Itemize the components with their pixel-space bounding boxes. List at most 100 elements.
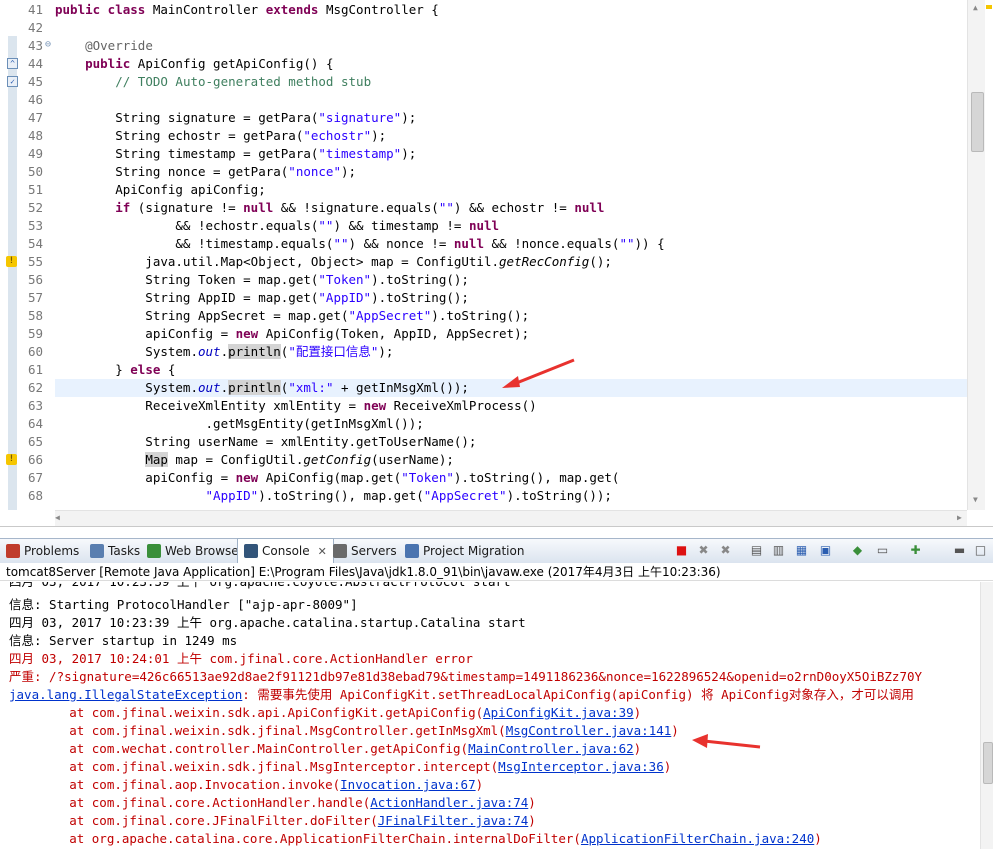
code-line[interactable]: String AppID = map.get("AppID").toString…	[55, 289, 967, 307]
code-line[interactable]: String signature = getPara("signature");	[55, 109, 967, 127]
display-console-icon[interactable]: ▭	[875, 543, 890, 558]
stack-trace-link[interactable]: Invocation.java:67	[340, 777, 475, 792]
tab-label: Problems	[24, 544, 80, 558]
console-line[interactable]: at com.jfinal.aop.Invocation.invoke(Invo…	[9, 776, 483, 794]
warning-overview-mark[interactable]	[986, 5, 992, 9]
code-line[interactable]	[55, 91, 967, 109]
stack-trace-link[interactable]: MsgController.java:141	[506, 723, 672, 738]
scroll-left-icon[interactable]: ◀	[55, 513, 60, 522]
stack-trace-link[interactable]: MainController.java:62	[468, 741, 634, 756]
code-line[interactable]: // TODO Auto-generated method stub	[55, 73, 967, 91]
code-line[interactable]: } else {	[55, 361, 967, 379]
servers-icon	[333, 544, 347, 558]
code-line[interactable]: && !timestamp.equals("") && nonce != nul…	[55, 235, 967, 253]
scrollbar-thumb[interactable]	[983, 742, 993, 784]
console-line[interactable]: 四月 03, 2017 10:23:39 上午 org.apache.coyot…	[9, 582, 511, 591]
code-line[interactable]: System.out.println("xml:" + getInMsgXml(…	[55, 379, 967, 397]
open-console-icon[interactable]: ✚	[908, 543, 923, 558]
code-line[interactable]: String timestamp = getPara("timestamp");	[55, 145, 967, 163]
maximize-view-icon[interactable]: □	[973, 543, 988, 558]
code-line[interactable]: apiConfig = new ApiConfig(map.get("Token…	[55, 469, 967, 487]
tab-project-migration[interactable]: Project Migration	[405, 539, 524, 563]
code-token: "Token"	[401, 470, 454, 485]
console-line[interactable]: at com.jfinal.core.JFinalFilter.doFilter…	[9, 812, 536, 830]
console-line[interactable]: at com.jfinal.weixin.sdk.jfinal.MsgInter…	[9, 758, 671, 776]
code-line[interactable]: System.out.println("配置接口信息");	[55, 343, 967, 361]
overview-ruler[interactable]	[985, 0, 993, 510]
code-line[interactable]: @Override	[55, 37, 967, 55]
code-line[interactable]: java.util.Map<Object, Object> map = Conf…	[55, 253, 967, 271]
code-editor[interactable]: 41 42 43 ⊖ 44 ^ 45 ✓ 46 47 48 49 50 51 52 53 54 55! 56 57 58…	[0, 0, 993, 527]
console-output[interactable]: 四月 03, 2017 10:23:39 上午 org.apache.coyot…	[0, 582, 980, 849]
clear-console-icon[interactable]: ▤	[749, 543, 764, 558]
code-area[interactable]: public class MainController extends MsgC…	[55, 0, 967, 510]
tab-console[interactable]: Console ✕	[237, 538, 334, 564]
tab-tasks[interactable]: Tasks	[90, 539, 140, 563]
terminate-icon[interactable]: ■	[674, 543, 689, 558]
scroll-down-icon[interactable]: ▼	[973, 495, 978, 504]
stack-trace-link[interactable]: ApplicationFilterChain.java:240	[581, 831, 814, 846]
console-line[interactable]: 四月 03, 2017 10:24:01 上午 com.jfinal.core.…	[9, 650, 473, 668]
line-number: 66	[27, 452, 43, 467]
pin-console-icon[interactable]: ◆	[850, 543, 865, 558]
minimize-view-icon[interactable]: ▬	[952, 543, 967, 558]
code-line[interactable]: String AppSecret = map.get("AppSecret").…	[55, 307, 967, 325]
override-marker-icon[interactable]: ^	[7, 58, 18, 69]
task-marker-icon[interactable]: ✓	[7, 76, 18, 87]
word-wrap-icon[interactable]: ▦	[794, 543, 809, 558]
stack-trace-link[interactable]: ApiConfigKit.java:39	[483, 705, 634, 720]
code-line[interactable]: ApiConfig apiConfig;	[55, 181, 967, 199]
tab-web-browser[interactable]: Web Browser	[147, 539, 244, 563]
stack-trace-link[interactable]: JFinalFilter.java:74	[378, 813, 529, 828]
code-line[interactable]: Map map = ConfigUtil.getConfig(userName)…	[55, 451, 967, 469]
code-line[interactable]: String echostr = getPara("echostr");	[55, 127, 967, 145]
code-line[interactable]	[55, 19, 967, 37]
code-line[interactable]: .getMsgEntity(getInMsgXml());	[55, 415, 967, 433]
scrollbar-thumb[interactable]	[971, 92, 984, 152]
scroll-lock-icon[interactable]: ▥	[771, 543, 786, 558]
code-token: );	[340, 164, 357, 179]
code-line[interactable]: "AppID").toString(), map.get("AppSecret"…	[55, 487, 967, 505]
close-tab-icon[interactable]: ✕	[318, 545, 327, 558]
console-line[interactable]: at com.jfinal.core.ActionHandler.handle(…	[9, 794, 536, 812]
code-line[interactable]: String nonce = getPara("nonce");	[55, 163, 967, 181]
stack-trace-link[interactable]: ActionHandler.java:74	[370, 795, 528, 810]
code-line[interactable]: apiConfig = new ApiConfig(Token, AppID, …	[55, 325, 967, 343]
editor-vertical-scrollbar[interactable]: ▲ ▼	[967, 0, 986, 510]
code-line[interactable]: String userName = xmlEntity.getToUserNam…	[55, 433, 967, 451]
scroll-right-icon[interactable]: ▶	[957, 513, 962, 522]
code-token: String nonce = getPara(	[55, 164, 289, 179]
stack-trace-link[interactable]: MsgInterceptor.java:36	[498, 759, 664, 774]
code-line[interactable]: && !echostr.equals("") && timestamp != n…	[55, 217, 967, 235]
console-line[interactable]: 四月 03, 2017 10:23:39 上午 org.apache.catal…	[9, 614, 526, 632]
warning-marker-icon[interactable]: !	[6, 454, 17, 465]
code-line[interactable]: public ApiConfig getApiConfig() {	[55, 55, 967, 73]
stack-trace-link[interactable]: java.lang.IllegalStateException	[9, 687, 242, 702]
code-token: (userName);	[371, 452, 454, 467]
warning-marker-icon[interactable]: !	[6, 256, 17, 267]
code-line[interactable]: public class MainController extends MsgC…	[55, 1, 967, 19]
console-line[interactable]: at com.jfinal.weixin.sdk.api.ApiConfigKi…	[9, 704, 641, 722]
tab-problems[interactable]: Problems	[6, 539, 79, 563]
editor-horizontal-scrollbar[interactable]: ◀ ▶	[55, 510, 967, 526]
code-line[interactable]: if (signature != null && !signature.equa…	[55, 199, 967, 217]
console-vertical-scrollbar[interactable]	[980, 582, 993, 849]
console-line[interactable]: 严重: /?signature=426c66513ae92d8ae2f91121…	[9, 668, 922, 686]
show-console-icon[interactable]: ▣	[818, 543, 833, 558]
console-line[interactable]: java.lang.IllegalStateException: 需要事先使用 …	[9, 686, 914, 704]
code-token: public	[85, 56, 138, 71]
code-token: String Token = map.get(	[55, 272, 319, 287]
console-line[interactable]: at org.apache.catalina.core.ApplicationF…	[9, 830, 822, 848]
console-line[interactable]: 信息: Server startup in 1249 ms	[9, 632, 237, 650]
code-line[interactable]: String Token = map.get("Token").toString…	[55, 271, 967, 289]
console-line[interactable]: at com.wechat.controller.MainController.…	[9, 740, 641, 758]
remove-launch-icon[interactable]: ✖	[696, 543, 711, 558]
tab-servers[interactable]: Servers	[333, 539, 397, 563]
console-text: 四月 03, 2017 10:23:39 上午 org.apache.catal…	[9, 615, 526, 630]
code-line[interactable]: ReceiveXmlEntity xmlEntity = new Receive…	[55, 397, 967, 415]
scroll-up-icon[interactable]: ▲	[973, 3, 978, 12]
fold-toggle-icon[interactable]: ⊖	[45, 40, 55, 50]
remove-all-icon[interactable]: ✖	[718, 543, 733, 558]
console-line[interactable]: 信息: Starting ProtocolHandler ["ajp-apr-8…	[9, 596, 358, 614]
console-line[interactable]: at com.jfinal.weixin.sdk.jfinal.MsgContr…	[9, 722, 679, 740]
